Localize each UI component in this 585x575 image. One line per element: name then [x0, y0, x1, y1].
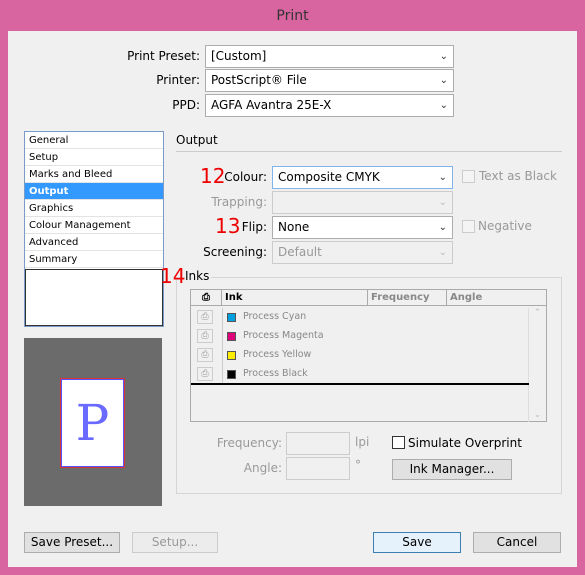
- divider: [176, 151, 562, 152]
- ink-row[interactable]: ⎙ Process Black: [191, 365, 528, 384]
- chevron-down-icon: ⌄: [438, 222, 447, 233]
- inks-scrollbar[interactable]: ⌃ ⌄: [529, 308, 546, 422]
- divider: [222, 365, 223, 384]
- sidebar-item-setup[interactable]: Setup: [25, 149, 163, 166]
- ink-swatch: [227, 313, 236, 322]
- divider: [222, 327, 223, 346]
- sidebar-item-advanced[interactable]: Advanced: [25, 234, 163, 251]
- print-toggle-icon[interactable]: ⎙: [197, 348, 213, 362]
- save-preset-button[interactable]: Save Preset...: [24, 532, 120, 553]
- ink-swatch: [227, 351, 236, 360]
- print-toggle-icon[interactable]: ⎙: [197, 310, 213, 324]
- ppd-label: PPD:: [172, 98, 200, 112]
- screening-label: Screening:: [203, 245, 267, 259]
- ink-name: Process Cyan: [243, 311, 307, 322]
- sidebar-item-graphics[interactable]: Graphics: [25, 200, 163, 217]
- ink-swatch: [227, 370, 236, 379]
- colour-select[interactable]: Composite CMYK ⌄: [272, 166, 453, 189]
- chevron-down-icon: ⌄: [439, 100, 448, 111]
- ink-manager-button[interactable]: Ink Manager...: [392, 459, 512, 480]
- trapping-label: Trapping:: [211, 195, 267, 209]
- screening-value: Default: [278, 245, 322, 259]
- frequency-unit: lpi: [355, 435, 370, 449]
- divider: [191, 383, 529, 385]
- simulate-overprint-checkbox[interactable]: [392, 436, 405, 449]
- chevron-down-icon: ⌄: [438, 197, 447, 208]
- page-preview: P: [24, 338, 162, 506]
- print-preset-value: [Custom]: [211, 49, 267, 63]
- frequency-input[interactable]: [286, 432, 350, 455]
- ppd-value: AGFA Avantra 25E-X: [211, 98, 332, 112]
- ppd-select[interactable]: AGFA Avantra 25E-X ⌄: [205, 94, 454, 117]
- cancel-button[interactable]: Cancel: [473, 532, 561, 553]
- negative-label: Negative: [478, 219, 532, 233]
- sidebar-item-output[interactable]: Output: [25, 183, 163, 200]
- inks-table[interactable]: ⎙ Ink Frequency Angle ⎙ Process Cyan ⎙ Proc…: [190, 289, 547, 422]
- sidebar-item-general[interactable]: General: [25, 132, 163, 149]
- ink-name: Process Black: [243, 368, 308, 379]
- chevron-down-icon: ⌄: [439, 51, 448, 62]
- preview-page: P: [60, 378, 125, 468]
- angle-input[interactable]: [286, 457, 350, 480]
- print-preset-select[interactable]: [Custom] ⌄: [205, 45, 454, 68]
- printer-label: Printer:: [156, 73, 200, 87]
- column-frequency[interactable]: Frequency: [368, 290, 447, 305]
- flip-value: None: [278, 220, 310, 234]
- negative-checkbox[interactable]: [462, 220, 475, 233]
- text-as-black-label: Text as Black: [479, 169, 557, 183]
- ink-row[interactable]: ⎙ Process Magenta: [191, 327, 528, 346]
- print-toggle-icon[interactable]: ⎙: [197, 329, 213, 343]
- divider: [222, 308, 223, 327]
- ink-name: Process Magenta: [243, 330, 324, 341]
- angle-label: Angle:: [243, 461, 282, 475]
- chevron-down-icon: ⌄: [439, 75, 448, 86]
- flip-label: Flip:: [241, 220, 267, 234]
- print-toggle-icon[interactable]: ⎙: [197, 367, 213, 381]
- sidebar-item-marks-and-bleed[interactable]: Marks and Bleed: [25, 166, 163, 183]
- annotation-14: 14: [160, 264, 186, 288]
- inks-label: Inks: [185, 269, 212, 283]
- save-button[interactable]: Save: [373, 532, 461, 553]
- ink-name: Process Yellow: [243, 349, 312, 360]
- angle-unit: °: [355, 458, 361, 472]
- divider: [222, 346, 223, 365]
- colour-label: Colour:: [224, 170, 267, 184]
- preview-glyph: P: [75, 394, 110, 452]
- window-title: Print: [276, 8, 309, 24]
- print-column-icon: ⎙: [191, 290, 222, 305]
- scroll-up-icon[interactable]: ⌃: [529, 308, 546, 318]
- setup-button[interactable]: Setup...: [132, 532, 218, 553]
- flip-select[interactable]: None ⌄: [272, 216, 453, 239]
- screening-select[interactable]: Default ⌄: [272, 241, 453, 264]
- trapping-select[interactable]: ⌄: [272, 191, 453, 214]
- sidebar-item-colour-management[interactable]: Colour Management: [25, 217, 163, 234]
- category-list[interactable]: General Setup Marks and Bleed Output Graphic…: [24, 131, 164, 327]
- printer-value: PostScript® File: [211, 73, 307, 87]
- scroll-down-icon[interactable]: ⌄: [529, 410, 546, 420]
- chevron-down-icon: ⌄: [438, 172, 447, 183]
- simulate-overprint-label: Simulate Overprint: [408, 436, 522, 450]
- colour-value: Composite CMYK: [278, 170, 380, 184]
- text-as-black-checkbox[interactable]: [462, 170, 475, 183]
- chevron-down-icon: ⌄: [438, 247, 447, 258]
- output-heading: Output: [176, 133, 218, 147]
- print-preset-label: Print Preset:: [127, 49, 200, 63]
- printer-select[interactable]: PostScript® File ⌄: [205, 69, 454, 92]
- ink-swatch: [227, 332, 236, 341]
- sidebar-item-summary[interactable]: Summary: [25, 251, 163, 268]
- ink-row[interactable]: ⎙ Process Cyan: [191, 308, 528, 327]
- frequency-label: Frequency:: [216, 436, 282, 450]
- column-ink[interactable]: Ink: [222, 290, 368, 305]
- ink-row[interactable]: ⎙ Process Yellow: [191, 346, 528, 365]
- column-angle[interactable]: Angle: [447, 290, 546, 305]
